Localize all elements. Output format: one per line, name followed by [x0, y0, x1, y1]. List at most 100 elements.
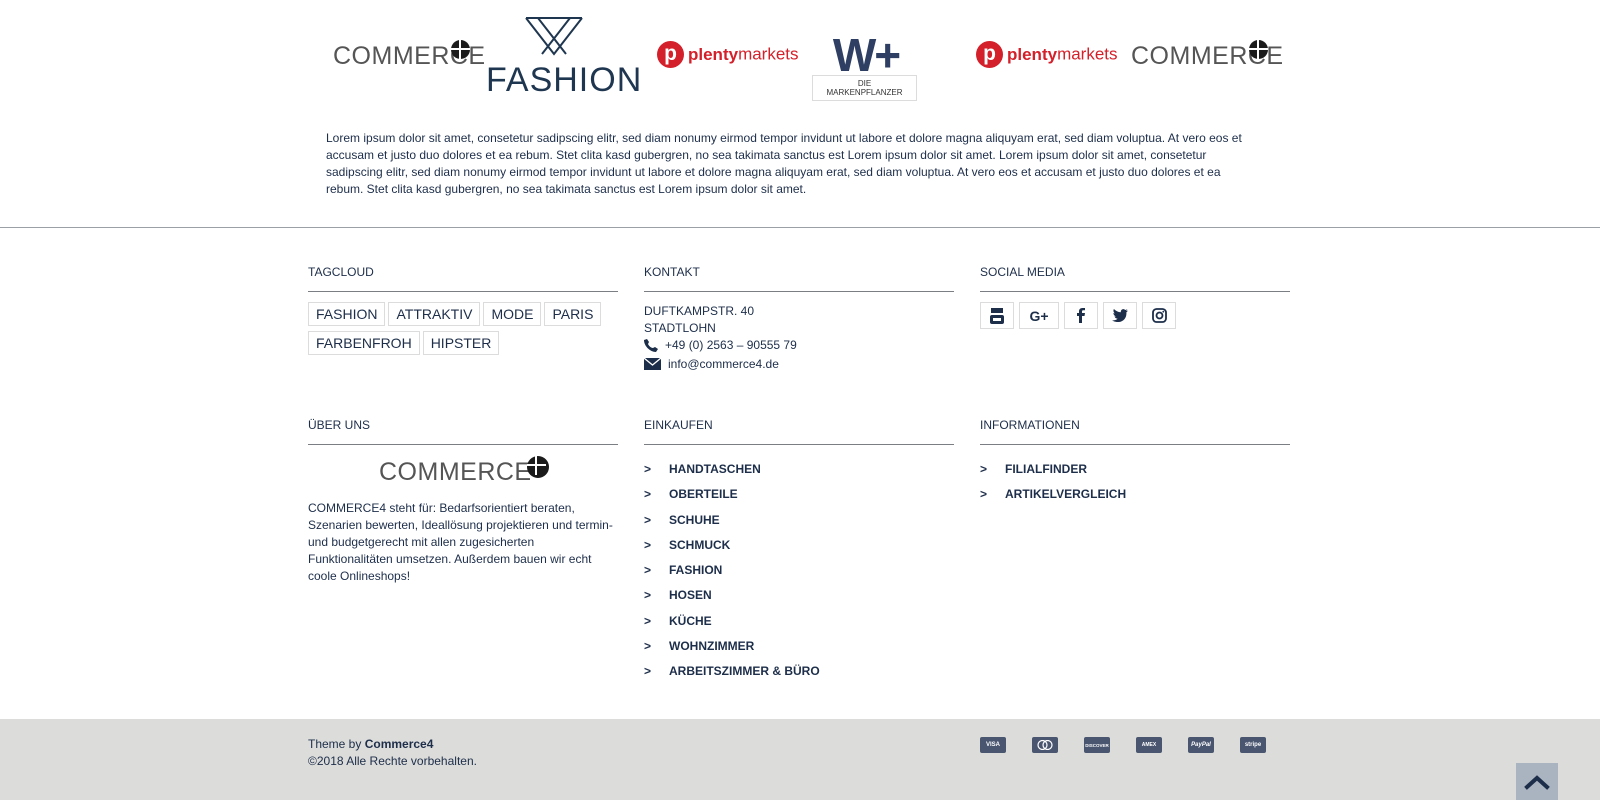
youtube-icon [990, 307, 1004, 324]
tag-item[interactable]: HIPSTER [422, 331, 500, 355]
link-oberteile[interactable]: > OBERTEILE [644, 487, 820, 512]
contact-phone: +49 (0) 2563 – 90555 79 [665, 338, 797, 352]
plentymarkets-logo-text-a: plenty [1007, 44, 1058, 64]
commerce4-mark-icon [451, 40, 470, 59]
chevron-right-icon: > [980, 462, 988, 476]
link-hosen[interactable]: > HOSEN [644, 588, 820, 613]
chevron-right-icon: > [644, 639, 652, 654]
contact-street: DUFTKAMPSTR. 40 [644, 304, 755, 318]
footer-bottom-bar: Theme by Commerce4 ©2018 Alle Rechte vor… [0, 719, 1600, 800]
plentymarkets-p-icon: p [657, 41, 684, 68]
twitter-button[interactable] [1103, 302, 1137, 329]
chevron-up-icon [1524, 774, 1550, 790]
mastercard-icon [1032, 737, 1058, 753]
contact-email-row[interactable]: info@commerce4.de [644, 357, 779, 371]
theme-link[interactable]: Commerce4 [365, 737, 434, 751]
plentymarkets-logo[interactable]: p plentymarkets [657, 41, 799, 68]
ueber-uns-heading: ÜBER UNS [308, 418, 618, 445]
link-schuhe[interactable]: > SCHUHE [644, 513, 820, 538]
chevron-right-icon: > [644, 487, 652, 502]
stripe-icon: stripe [1240, 737, 1266, 753]
mastercard-circles-icon [1037, 740, 1053, 750]
chevron-right-icon: > [644, 537, 652, 552]
link-arbeitszimmer-buero[interactable]: > ARBEITSZIMMER & BÜRO [644, 664, 820, 689]
visa-icon: VISA [980, 737, 1006, 753]
copyright: ©2018 Alle Rechte vorbehalten. [308, 754, 477, 768]
plentymarkets-logo-2[interactable]: p plentymarkets [976, 41, 1118, 68]
link-artikelvergleich[interactable]: > ARTIKELVERGLEICH [980, 487, 1126, 512]
link-wohnzimmer[interactable]: > WOHNZIMMER [644, 639, 820, 664]
wplus-logo[interactable]: W+ Die MARKENpflanzer [812, 29, 920, 106]
plentymarkets-logo-text-b: markets [1057, 44, 1118, 64]
tag-item[interactable]: PARIS [544, 302, 602, 326]
chevron-right-icon: > [644, 462, 652, 476]
link-label: SCHUHE [669, 512, 720, 527]
link-handtaschen[interactable]: > HANDTASCHEN [644, 462, 820, 487]
amex-icon: AMEX [1136, 737, 1162, 753]
link-label: KÜCHE [669, 613, 712, 628]
youtube-button[interactable] [980, 302, 1014, 329]
link-label: HOSEN [669, 588, 712, 603]
fashion-logo-text: FASHION [486, 61, 643, 99]
link-label: FASHION [669, 563, 723, 578]
chevron-right-icon: > [644, 512, 652, 527]
envelope-icon [644, 358, 661, 370]
link-fashion[interactable]: > FASHION [644, 563, 820, 588]
link-label: OBERTEILE [669, 487, 738, 502]
commerce4-logo-text: COMMERCE [379, 458, 532, 486]
chevron-right-icon: > [644, 588, 652, 603]
tag-item[interactable]: FARBENFROH [308, 331, 420, 355]
contact-phone-row[interactable]: +49 (0) 2563 – 90555 79 [644, 338, 797, 352]
chevron-right-icon: > [644, 563, 652, 578]
facebook-icon [1077, 308, 1085, 323]
about-text: COMMERCE4 steht für: Bedarfsorientiert b… [308, 501, 613, 583]
tagcloud: FASHION ATTRAKTIV MODE PARIS FARBENFROH HIPST… [308, 302, 613, 360]
social-media-heading: SOCIAL MEDIA [980, 265, 1290, 292]
contact-email: info@commerce4.de [668, 357, 779, 371]
tag-item[interactable]: ATTRAKTIV [388, 302, 481, 326]
tagcloud-heading: TAGCLOUD [308, 265, 618, 292]
link-kueche[interactable]: > KÜCHE [644, 614, 820, 639]
commerce4-logo[interactable]: COMMERCE [333, 40, 486, 71]
chevron-right-icon: > [644, 613, 652, 628]
wplus-tagline: Die MARKENpflanzer [812, 75, 917, 101]
commerce4-mark-icon [1249, 40, 1268, 59]
einkaufen-heading: EINKAUFEN [644, 418, 954, 445]
wplus-logo-text: W+ [832, 29, 901, 81]
facebook-button[interactable] [1064, 302, 1098, 329]
instagram-icon [1151, 308, 1167, 323]
link-label: ARBEITSZIMMER & BÜRO [669, 664, 820, 679]
link-label: HANDTASCHEN [669, 462, 761, 476]
link-label: SCHMUCK [669, 537, 731, 552]
link-label: FILIALFINDER [1005, 462, 1087, 476]
scroll-to-top-button[interactable] [1516, 763, 1558, 800]
kontakt-heading: KONTAKT [644, 265, 954, 292]
informationen-heading: INFORMATIONEN [980, 418, 1290, 445]
tag-item[interactable]: MODE [483, 302, 542, 326]
instagram-button[interactable] [1142, 302, 1176, 329]
intro-paragraph: Lorem ipsum dolor sit amet, consetetur s… [326, 131, 1242, 196]
link-filialfinder[interactable]: > FILIALFINDER [980, 462, 1126, 487]
commerce4-mark-icon [527, 456, 549, 478]
link-label: ARTIKELVERGLEICH [1005, 487, 1127, 502]
fashion-logo[interactable]: FASHION [486, 16, 643, 100]
brand-logo-strip: COMMERCE FASHION p plentymarkets W+ Die M… [326, 10, 1283, 101]
fashion-x-icon [524, 17, 583, 56]
contact-city: STADTLOHN [644, 321, 716, 335]
plentymarkets-logo-text-b: markets [738, 44, 799, 64]
google-plus-button[interactable]: G+ [1019, 302, 1059, 329]
theme-prefix: Theme by [308, 737, 362, 751]
phone-icon [644, 338, 658, 352]
section-divider [0, 227, 1600, 228]
commerce4-logo-2[interactable]: COMMERCE [1131, 40, 1284, 71]
link-label: WOHNZIMMER [669, 639, 755, 654]
einkaufen-link-list: > HANDTASCHEN > OBERTEILE > SCHUHE > SCHMUCK… [644, 462, 820, 690]
social-links: G+ [980, 302, 1176, 329]
link-schmuck[interactable]: > SCHMUCK [644, 538, 820, 563]
twitter-icon [1112, 309, 1128, 322]
footer-credit: Theme by Commerce4 ©2018 Alle Rechte vor… [308, 736, 477, 770]
chevron-right-icon: > [644, 664, 652, 679]
tag-item[interactable]: FASHION [308, 302, 386, 326]
plentymarkets-p-icon: p [976, 41, 1003, 68]
discover-icon: DISCOVER [1084, 737, 1110, 753]
